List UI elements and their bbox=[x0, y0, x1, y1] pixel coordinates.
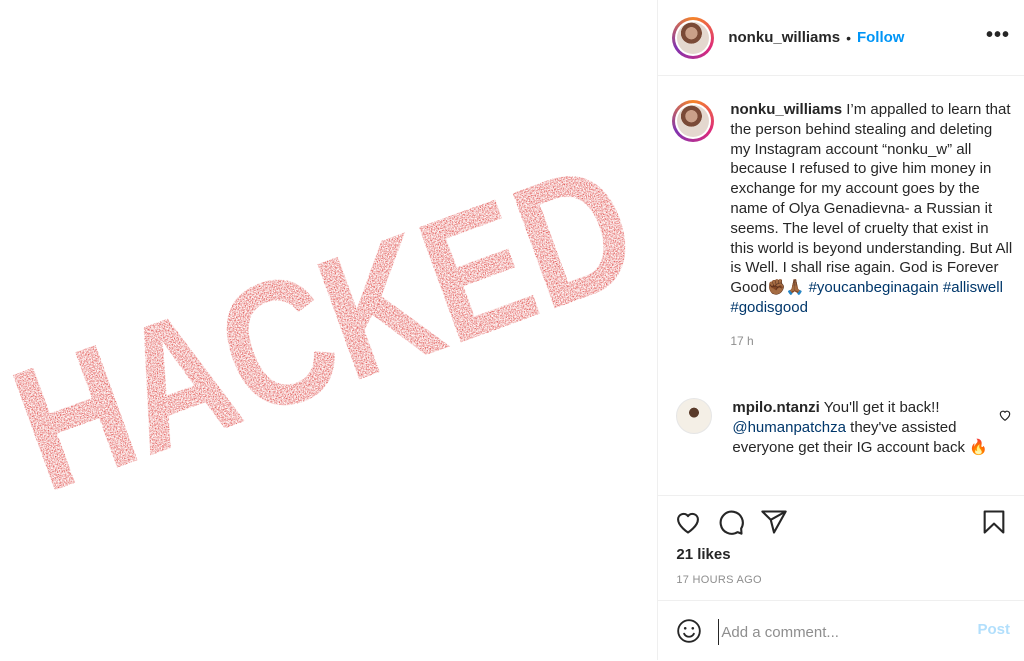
more-horizontal-icon[interactable]: ••• bbox=[986, 24, 1010, 47]
separator-dot: • bbox=[846, 29, 851, 46]
author-photo bbox=[677, 21, 710, 54]
divider bbox=[658, 495, 1024, 496]
comment-text: mpilo.ntanzi You'll get it back!! @human… bbox=[732, 398, 994, 457]
commenter-username[interactable]: mpilo.ntanzi bbox=[732, 399, 820, 416]
comment-form: Post bbox=[658, 600, 1024, 661]
caption-avatar[interactable] bbox=[672, 100, 715, 142]
author-username[interactable]: nonku_williams bbox=[728, 29, 840, 46]
hashtag-link[interactable]: #godisgood bbox=[730, 299, 808, 316]
bookmark-icon[interactable] bbox=[980, 508, 1008, 541]
hashtag-link[interactable]: #alliswell bbox=[943, 279, 1003, 296]
share-icon[interactable] bbox=[760, 508, 788, 541]
instagram-post: HACKED nonku_williams • Follow ••• nonku… bbox=[0, 0, 1024, 660]
caption-author-photo bbox=[677, 105, 710, 137]
heart-icon[interactable] bbox=[674, 508, 702, 541]
post-sidebar: nonku_williams • Follow ••• nonku_willia… bbox=[657, 0, 1024, 660]
comment-item: mpilo.ntanzi You'll get it back!! @human… bbox=[672, 398, 1012, 457]
add-comment-input[interactable] bbox=[718, 619, 974, 645]
commenter-avatar[interactable] bbox=[676, 398, 713, 434]
author-avatar[interactable] bbox=[672, 16, 715, 59]
mention-link[interactable]: @humanpatchza bbox=[732, 419, 846, 436]
emoji-icon[interactable] bbox=[676, 618, 702, 649]
post-image[interactable]: HACKED bbox=[0, 0, 658, 660]
caption-body: I’m appalled to learn that the person be… bbox=[730, 101, 1013, 297]
caption-username[interactable]: nonku_williams bbox=[730, 101, 842, 118]
action-bar bbox=[674, 508, 1008, 538]
follow-button[interactable]: Follow bbox=[857, 29, 905, 46]
caption-timestamp[interactable]: 17 h bbox=[730, 334, 1012, 348]
hacked-stamp-text: HACKED bbox=[0, 123, 657, 529]
post-timestamp[interactable]: 17 HOURS AGO bbox=[676, 574, 762, 586]
likes-count[interactable]: 21 likes bbox=[676, 546, 730, 563]
comment-icon[interactable] bbox=[717, 508, 745, 541]
post-comment-button[interactable]: Post bbox=[977, 621, 1010, 638]
caption-text: nonku_williams I’m appalled to learn tha… bbox=[730, 100, 1012, 318]
post-header: nonku_williams • Follow ••• bbox=[658, 0, 1024, 76]
hacked-stamp-graphic: HACKED bbox=[0, 123, 657, 529]
hashtag-link[interactable]: #youcanbeginagain bbox=[809, 279, 939, 296]
comment-like-icon[interactable] bbox=[998, 408, 1012, 427]
comment-body: You'll get it back!! bbox=[823, 399, 940, 416]
caption: nonku_williams I’m appalled to learn tha… bbox=[672, 100, 1012, 348]
